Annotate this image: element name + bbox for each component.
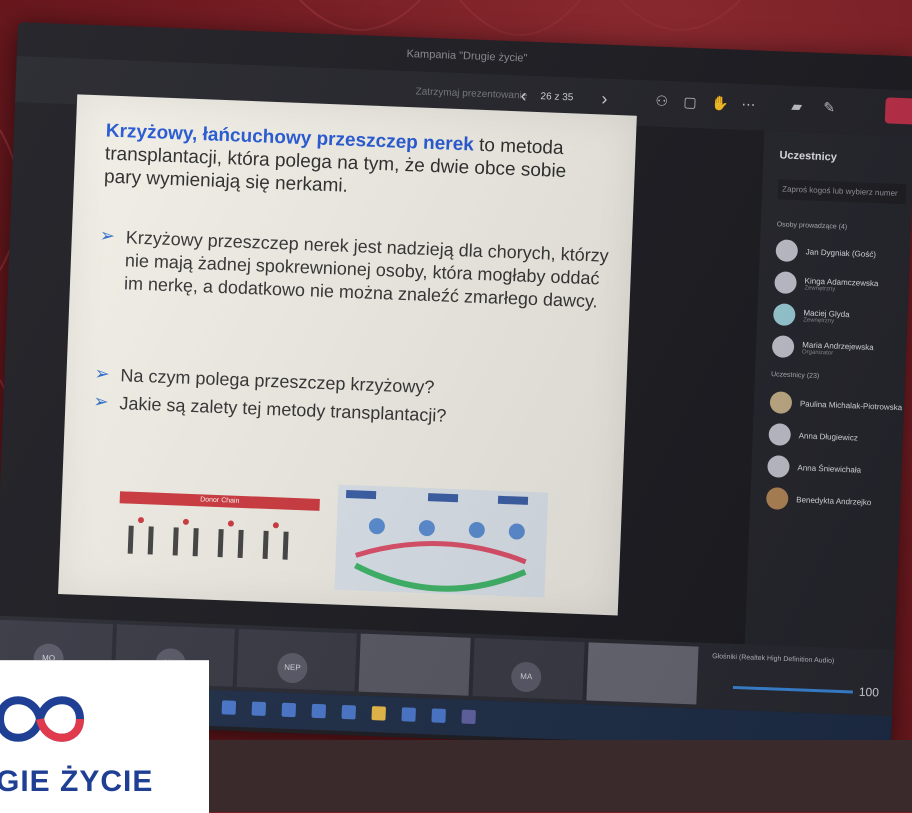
donor-chain-diagram: Donor Chain: [117, 491, 320, 589]
taskview-icon[interactable]: [281, 702, 297, 718]
avatar: [775, 239, 799, 263]
video-tile[interactable]: [586, 642, 699, 705]
bullet-text: Krzyżowy przeszczep nerek jest nadzieją …: [123, 227, 610, 312]
arrow-bullet-icon: ➢: [93, 391, 109, 412]
presentation-slide: Krzyżowy, łańcuchowy przeszczep nerek to…: [58, 94, 637, 616]
slide-heading: Krzyżowy, łańcuchowy przeszczep nerek to…: [104, 119, 606, 207]
participant-item[interactable]: Anna Śniewichała: [767, 455, 861, 481]
volume-slider[interactable]: [732, 685, 853, 694]
avatar: [774, 271, 797, 295]
logo-card: GIE ŻYCIE: [0, 660, 209, 813]
participant-item[interactable]: Maciej Glyda Zewnętrzny: [772, 303, 850, 328]
participant-item[interactable]: Maria Andrzejewska Organizator: [771, 335, 874, 361]
teams-icon[interactable]: [461, 709, 476, 725]
avatar: [768, 423, 792, 446]
avatar: [765, 487, 789, 510]
folder-icon[interactable]: [371, 706, 386, 721]
search-icon[interactable]: [251, 701, 267, 717]
camera-icon[interactable]: ▰: [791, 98, 802, 115]
presenters-section[interactable]: Osoby prowadzące (4): [777, 221, 848, 231]
participant-item[interactable]: Paulina Michalak-Piotrowska: [769, 391, 903, 418]
participant-item[interactable]: Anna Długiewicz: [768, 423, 858, 448]
avatar: [769, 391, 793, 414]
raise-hand-icon[interactable]: ✋: [711, 95, 729, 113]
panel-title: Uczestnicy: [779, 149, 838, 164]
app-icon[interactable]: [431, 708, 446, 723]
attendees-section[interactable]: Uczestnicy (23): [771, 371, 819, 380]
participant-item[interactable]: Jan Dygniak (Gość): [775, 239, 876, 265]
app-icon[interactable]: [401, 707, 416, 722]
participants-panel: Uczestnicy Zaproś kogoś lub wybierz nume…: [744, 130, 912, 657]
laptop-screen: Kampania "Drugie życie" Zatrzymaj prezen…: [0, 22, 912, 757]
audio-device-label: Głośniki (Realtek High Definition Audio): [712, 653, 835, 665]
slide-counter: 26 z 35: [540, 91, 574, 104]
more-options-icon[interactable]: ⋯: [741, 96, 756, 114]
app-icon[interactable]: [311, 703, 327, 719]
video-tile[interactable]: MA: [472, 637, 585, 701]
slide-bullet: ➢ Krzyżowy przeszczep nerek jest nadziej…: [98, 225, 620, 314]
avatar: MA: [510, 661, 542, 693]
start-icon[interactable]: [221, 700, 237, 715]
avatar: [771, 335, 795, 359]
leave-button[interactable]: [884, 97, 912, 125]
invite-search-input[interactable]: Zaproś kogoś lub wybierz numer: [777, 179, 907, 205]
video-tile[interactable]: [358, 633, 471, 696]
video-tile[interactable]: NEP: [236, 628, 357, 692]
laptop-base: [200, 740, 912, 812]
participant-item[interactable]: Kinga Adamczewska Zewnętrzny: [774, 271, 879, 297]
app-icon[interactable]: [341, 704, 357, 720]
chat-icon[interactable]: ▢: [683, 94, 697, 111]
avatar: [767, 455, 790, 478]
arrow-bullet-icon: ➢: [94, 363, 111, 384]
next-slide-icon[interactable]: ›: [601, 88, 608, 109]
prev-slide-icon[interactable]: ‹: [520, 85, 527, 106]
presenter-label[interactable]: Zatrzymaj prezentowanie: [415, 86, 527, 101]
kidney-exchange-illustration: [334, 484, 549, 598]
volume-value: 100: [858, 684, 880, 700]
avatar: [772, 303, 796, 327]
infinity-logo-icon: [0, 696, 85, 742]
logo-text: GIE ŻYCIE: [0, 765, 154, 798]
microphone-icon[interactable]: ✎: [823, 99, 835, 116]
arrow-bullet-icon: ➢: [99, 225, 116, 246]
avatar: NEP: [276, 652, 308, 684]
participant-item[interactable]: Benedykta Andrzejko: [765, 487, 872, 513]
people-icon[interactable]: ⚇: [655, 93, 668, 110]
